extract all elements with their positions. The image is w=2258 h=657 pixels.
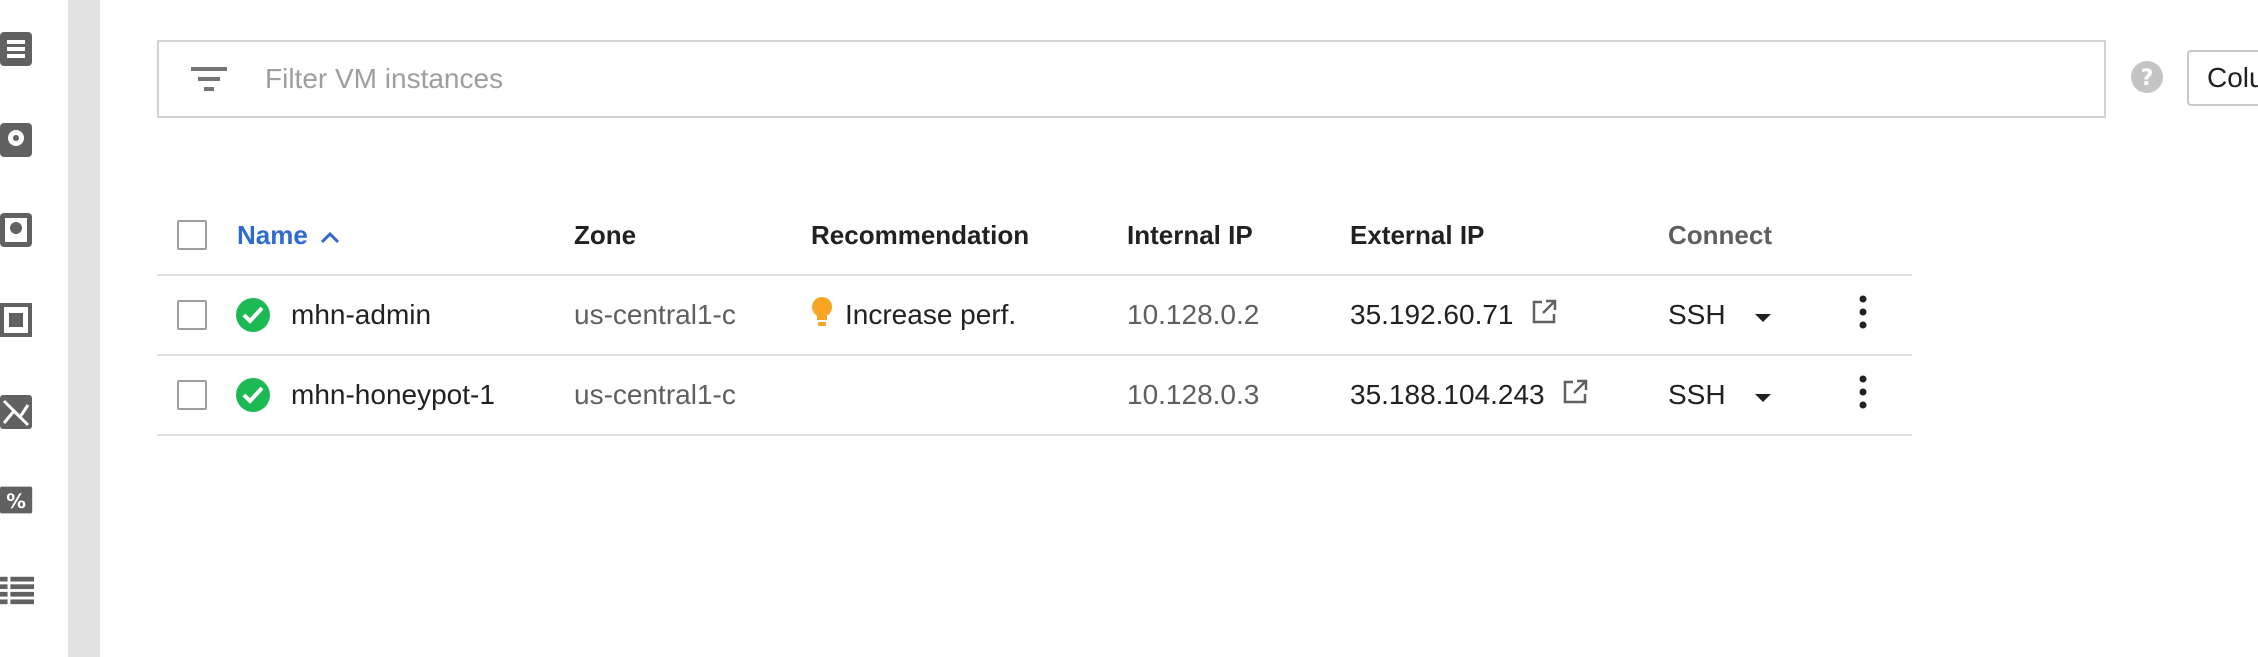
- internal-ip-cell: 10.128.0.2: [1127, 276, 1259, 354]
- open-in-new-icon[interactable]: [1561, 378, 1589, 413]
- internal-ip-value: 10.128.0.2: [1127, 299, 1260, 330]
- connect-cell[interactable]: SSH: [1668, 356, 1772, 434]
- caret-down-icon[interactable]: [1754, 299, 1772, 331]
- column-header-zone-label: Zone: [574, 219, 637, 250]
- discount-icon[interactable]: %: [0, 481, 34, 519]
- table-row[interactable]: mhn-admin us-central1-c Increase perf. 1…: [157, 276, 1912, 356]
- more-vert-icon[interactable]: [1857, 374, 1869, 417]
- external-ip-value: 35.192.60.71: [1350, 299, 1514, 330]
- column-header-recommendation[interactable]: Recommendation: [811, 196, 1029, 274]
- instance-template-icon[interactable]: [0, 393, 34, 431]
- svg-text:%: %: [6, 490, 26, 513]
- column-header-external-ip-label: External IP: [1350, 219, 1485, 250]
- connect-cell[interactable]: SSH: [1668, 276, 1772, 354]
- external-ip-cell: 35.188.104.243: [1350, 356, 1589, 434]
- column-header-internal-ip-label: Internal IP: [1127, 219, 1253, 250]
- recommendation-cell[interactable]: Increase perf.: [811, 276, 1016, 354]
- instance-name-cell: mhn-admin: [235, 276, 431, 354]
- image-icon[interactable]: [0, 301, 34, 339]
- zone-cell: us-central1-c: [574, 356, 736, 434]
- zone-cell: us-central1-c: [574, 276, 736, 354]
- sort-ascending-icon: [320, 220, 340, 251]
- row-select-cell: [177, 356, 207, 434]
- select-all-cell: [177, 196, 207, 274]
- table-header: Name Zone Recommendation Internal IP Ext…: [157, 196, 1912, 276]
- zone-value: us-central1-c: [574, 299, 736, 330]
- caret-down-icon[interactable]: [1754, 379, 1772, 411]
- columns-button[interactable]: Colu: [2187, 50, 2258, 106]
- internal-ip-cell: 10.128.0.3: [1127, 356, 1259, 434]
- filter-input[interactable]: [265, 63, 1965, 95]
- sidebar-rail: %: [0, 0, 68, 657]
- open-in-new-icon[interactable]: [1530, 298, 1558, 333]
- column-header-internal-ip[interactable]: Internal IP: [1127, 196, 1253, 274]
- filter-icon[interactable]: [189, 59, 229, 99]
- column-header-connect-label: Connect: [1668, 219, 1772, 250]
- table-row[interactable]: mhn-honeypot-1 us-central1-c 10.128.0.3 …: [157, 356, 1912, 436]
- instance-name[interactable]: mhn-admin: [291, 299, 431, 331]
- instance-icon[interactable]: [0, 30, 34, 68]
- ssh-button[interactable]: SSH: [1668, 379, 1726, 411]
- help-icon[interactable]: ?: [2130, 60, 2164, 94]
- sidebar-divider: [68, 0, 100, 657]
- more-actions-cell: [1857, 356, 1869, 434]
- column-header-external-ip[interactable]: External IP: [1350, 196, 1484, 274]
- check-circle-icon: [235, 377, 271, 413]
- zone-value: us-central1-c: [574, 379, 736, 410]
- vm-instances-table: Name Zone Recommendation Internal IP Ext…: [157, 196, 1912, 436]
- snapshot-icon[interactable]: [0, 211, 34, 249]
- disk-icon[interactable]: [0, 121, 34, 159]
- column-header-zone[interactable]: Zone: [574, 196, 636, 274]
- row-checkbox[interactable]: [177, 380, 207, 410]
- more-vert-icon[interactable]: [1857, 294, 1869, 337]
- external-ip-cell: 35.192.60.71: [1350, 276, 1558, 354]
- filter-bar: [157, 40, 2106, 118]
- instance-name-cell: mhn-honeypot-1: [235, 356, 495, 434]
- row-checkbox[interactable]: [177, 300, 207, 330]
- more-actions-cell: [1857, 276, 1869, 354]
- ssh-button[interactable]: SSH: [1668, 299, 1726, 331]
- row-select-cell: [177, 276, 207, 354]
- column-header-connect: Connect: [1668, 196, 1772, 274]
- column-header-recommendation-label: Recommendation: [811, 219, 1030, 250]
- recommendation-value[interactable]: Increase perf.: [845, 299, 1016, 331]
- internal-ip-value: 10.128.0.3: [1127, 379, 1260, 410]
- external-ip-value: 35.188.104.243: [1350, 379, 1545, 410]
- list-icon[interactable]: [0, 571, 34, 609]
- lightbulb-icon: [811, 296, 833, 335]
- column-header-name[interactable]: Name: [237, 196, 340, 274]
- vm-instances-page: % ? Colu Name Zone: [0, 0, 2258, 657]
- instance-name[interactable]: mhn-honeypot-1: [291, 379, 495, 411]
- check-circle-icon: [235, 297, 271, 333]
- select-all-checkbox[interactable]: [177, 220, 207, 250]
- column-header-name-label: Name: [237, 219, 308, 250]
- svg-text:?: ?: [2141, 66, 2154, 91]
